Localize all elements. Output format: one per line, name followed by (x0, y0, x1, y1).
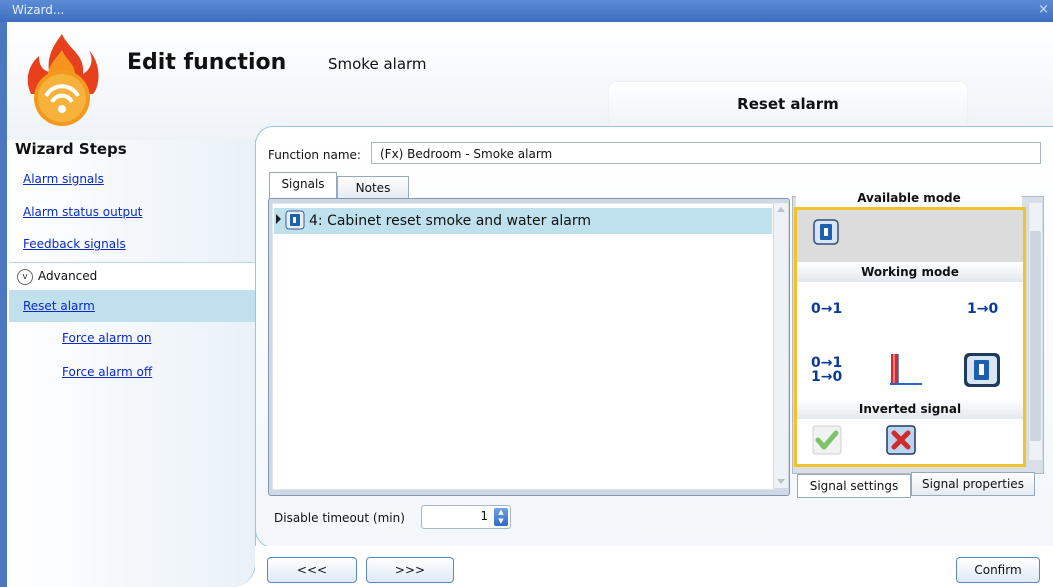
disable-timeout-value: 1 (480, 509, 488, 523)
function-subtitle: Smoke alarm (328, 55, 427, 73)
expand-arrow-icon[interactable] (276, 214, 281, 224)
wizard-steps-title: Wizard Steps (15, 140, 127, 158)
checkmark-icon[interactable] (812, 425, 842, 455)
function-name-label: Function name: (268, 148, 361, 162)
cross-icon[interactable] (886, 425, 916, 455)
close-icon[interactable]: × (1038, 2, 1049, 17)
pushbutton-mode-icon[interactable] (963, 352, 1001, 388)
mode-rising-edge-icon[interactable]: 0→1 (811, 301, 842, 317)
stepper-arrows-icon[interactable]: ▲ ▼ (494, 508, 508, 526)
page-title: Edit function (127, 50, 287, 75)
mode-falling-edge-icon[interactable]: 1→0 (967, 301, 998, 317)
step-alarm-status-output[interactable]: Alarm status output (23, 205, 142, 219)
signal-list (272, 203, 774, 490)
function-name-input[interactable]: (Fx) Bedroom - Smoke alarm (371, 142, 1041, 164)
disable-timeout-label: Disable timeout (min) (274, 511, 405, 525)
signal-list-scrollbar[interactable] (773, 203, 788, 488)
active-step-header: Reset alarm (609, 82, 967, 126)
step-force-alarm-off[interactable]: Force alarm off (62, 365, 152, 379)
back-button[interactable]: <<< (267, 557, 357, 583)
advanced-label: Advanced (38, 269, 98, 283)
next-button[interactable]: >>> (366, 557, 454, 583)
pushbutton-icon (285, 210, 305, 230)
scroll-up-icon[interactable] (777, 207, 785, 212)
mode-both-top-label: 0→1 (811, 355, 843, 371)
advanced-expander[interactable]: v Advanced (9, 262, 255, 292)
tab-signal-properties[interactable]: Signal properties (911, 472, 1035, 496)
scroll-down-icon[interactable] (777, 479, 785, 484)
tab-notes[interactable]: Notes (337, 176, 409, 199)
step-feedback-signals[interactable]: Feedback signals (23, 237, 126, 251)
mode-both-bottom-label: 1→0 (811, 369, 843, 385)
step-force-alarm-on[interactable]: Force alarm on (62, 331, 152, 345)
settings-scrollbar-thumb[interactable] (1030, 231, 1041, 441)
tab-signal-settings[interactable]: Signal settings (797, 474, 911, 498)
window-title: Wizard... (12, 3, 65, 17)
available-mode-header: Available mode (796, 192, 1022, 208)
step-reset-alarm[interactable]: Reset alarm (23, 299, 95, 313)
tab-signals[interactable]: Signals (269, 172, 337, 199)
signal-row-label: 4: Cabinet reset smoke and water alarm (309, 213, 592, 229)
pulse-mode-icon[interactable] (886, 350, 926, 390)
smoke-alarm-logo-icon (27, 34, 99, 126)
mode-both-edges-icon[interactable]: 0→1 1→0 (811, 356, 842, 384)
available-pushbutton-icon[interactable] (813, 219, 839, 245)
disable-timeout-stepper[interactable]: 1 ▲ ▼ (421, 505, 511, 529)
chevron-down-icon: v (17, 269, 33, 285)
confirm-button[interactable]: Confirm (956, 557, 1040, 583)
settings-scrollbar[interactable] (1028, 203, 1042, 460)
inverted-signal-header: Inverted signal (797, 399, 1023, 419)
window-titlebar: Wizard... × (0, 0, 1053, 22)
working-mode-header: Working mode (797, 262, 1023, 282)
step-alarm-signals[interactable]: Alarm signals (23, 172, 104, 186)
